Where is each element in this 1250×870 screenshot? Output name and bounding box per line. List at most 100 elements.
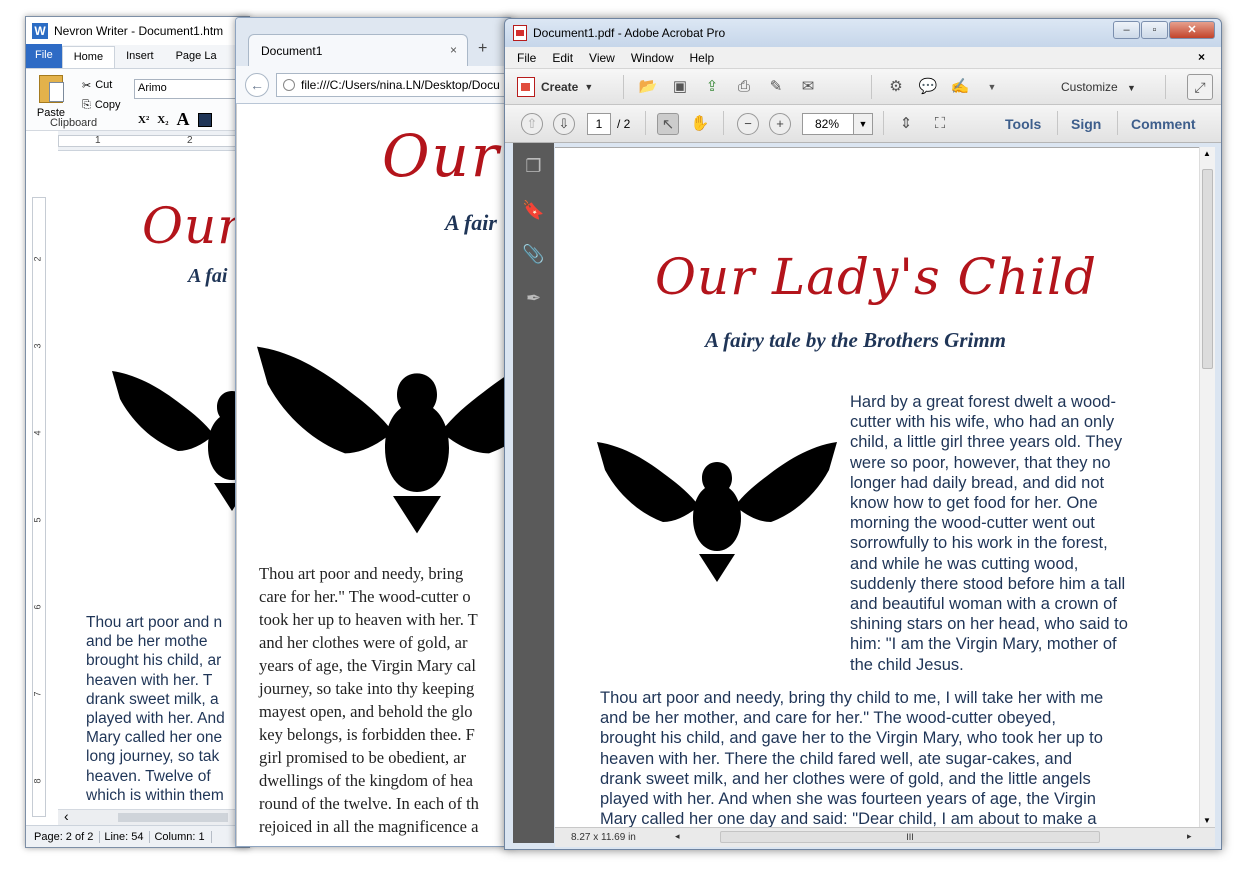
writer-ribbon-tabs: File Home Insert Page La [26,44,249,69]
body-line: and be her mothe [86,633,208,651]
menu-view[interactable]: View [581,51,623,65]
fullscreen-icon[interactable]: ⤢ [1187,74,1213,100]
attachments-icon[interactable]: 📎 [521,241,547,267]
body-line: journey, so take into thy keeping [259,679,475,698]
pdf-paragraph-1: Hard by a great forest dwelt a wood- cut… [850,392,1150,675]
zoom-out-icon[interactable]: − [737,113,759,135]
scroll-thumb[interactable] [1202,169,1213,369]
doc-title: Our Lady's Child [655,248,1098,306]
scroll-right-icon[interactable]: ▸ [1187,831,1192,842]
chevron-down-icon: ▼ [584,82,594,92]
body-line: know how to get food for her. One [850,494,1098,513]
hand-tool-icon[interactable]: ✋ [689,113,711,135]
page-number-input[interactable]: 1 [587,113,611,135]
new-tab-button[interactable]: + [478,40,487,58]
sign-icon[interactable]: ✍ [949,76,971,98]
highlight-color-icon[interactable] [197,112,212,127]
upload-icon[interactable]: ⇪ [701,76,723,98]
scroll-left-icon[interactable]: ◂ [675,831,680,842]
url-text: file:///C:/Users/nina.LN/Desktop/Docu [301,78,500,92]
horizontal-scroll-thumb[interactable]: III [720,831,1100,843]
maximize-button[interactable]: ▫ [1141,21,1168,39]
gear-icon[interactable]: ⚙ [885,76,907,98]
body-line: morning the wood-cutter went out [850,514,1095,533]
fit-width-icon[interactable]: ⇕ [895,113,917,135]
tools-pane-link[interactable]: Tools [1005,116,1041,132]
pages-panel-icon[interactable]: ❐ [521,153,547,179]
tab-file[interactable]: File [26,44,62,68]
scroll-left-icon[interactable]: ‹ [64,808,69,824]
acrobat-titlebar: Document1.pdf - Adobe Acrobat Pro – ▫ ✕ [505,19,1221,47]
tab-insert[interactable]: Insert [115,46,165,68]
tab-page-layout[interactable]: Page La [165,46,228,68]
menu-window[interactable]: Window [623,51,682,65]
body-line: mayest open, and behold the glo [259,702,473,721]
writer-titlebar: W Nevron Writer - Document1.htm [26,17,249,45]
menu-help[interactable]: Help [682,51,723,65]
minimize-button[interactable]: – [1113,21,1140,39]
bookmarks-icon[interactable]: 🔖 [521,197,547,223]
zoom-in-icon[interactable]: + [769,113,791,135]
close-window-button[interactable]: ✕ [1169,21,1215,39]
menu-file[interactable]: File [509,51,544,65]
create-icon [517,77,535,97]
url-input[interactable]: file:///C:/Users/nina.LN/Desktop/Docu [276,73,512,97]
create-button[interactable]: Create ▼ [517,77,593,97]
pdf-vertical-scrollbar[interactable]: ▲ ▼ [1199,147,1215,827]
browser-content[interactable]: Our A fair Thou art poor and needy, brin… [236,104,512,846]
signatures-icon[interactable]: ✒ [521,285,547,311]
body-line: Mary called her one [86,729,223,747]
back-arrow-icon[interactable]: ← [245,73,269,97]
next-page-icon[interactable]: ⇩ [553,113,575,135]
close-tab-icon[interactable]: × [450,43,457,57]
copy-button[interactable]: ⎘ Copy [82,95,121,115]
print-icon[interactable]: ⎙ [733,76,755,98]
body-line: Thou art poor and needy, bring [259,564,464,583]
vertical-ruler: 2 3 4 5 6 7 8 [32,197,46,817]
more-tools-icon[interactable]: ▼ [981,76,1003,98]
doc-title: Our [142,197,243,255]
scroll-thumb[interactable] [118,813,228,822]
zoom-input[interactable]: 82% [802,113,854,135]
zoom-dropdown-icon[interactable]: ▼ [853,113,873,135]
body-line: care for her." The wood-cutter o [259,587,471,606]
menu-edit[interactable]: Edit [544,51,581,65]
subscript-button[interactable]: X₂ [157,114,168,126]
open-icon[interactable]: 📂 [637,76,659,98]
doc-subtitle: A fai [188,265,228,287]
body-line: drank sweet milk, a [86,690,219,708]
writer-title: Nevron Writer - Document1.htm [54,24,224,38]
body-line: played with her. And when she was fourte… [600,790,1096,809]
browser-tab[interactable]: Document1 × [248,34,468,66]
fit-page-icon[interactable]: ⛶ [929,113,951,135]
font-name-input[interactable]: Arimo [134,79,249,99]
doc-title: Our [382,122,501,190]
body-line: dwellings of the kingdom of hea [259,771,474,790]
mail-icon[interactable]: ✉ [797,76,819,98]
comment-icon[interactable]: 💬 [917,76,939,98]
body-line: years of age, the Virgin Mary cal [259,656,476,675]
tab-home[interactable]: Home [61,46,116,68]
cut-button[interactable]: ✂ Cut [82,75,121,95]
scroll-down-icon[interactable]: ▼ [1203,816,1211,825]
pdf-page[interactable]: Our Lady's Child A fairy tale by the Bro… [555,147,1199,827]
superscript-button[interactable]: X² [138,114,149,126]
close-document-icon[interactable]: × [1190,50,1213,64]
body-line: heaven with her. There the child fared w… [600,749,1073,768]
customize-button[interactable]: Customize ▼ [1061,80,1136,94]
vruler-mark: 7 [32,691,43,697]
scroll-up-icon[interactable]: ▲ [1203,149,1211,158]
horizontal-ruler: 1 2 [58,131,249,151]
writer-horizontal-scrollbar[interactable]: ‹ [58,808,249,825]
sign-pane-link[interactable]: Sign [1071,116,1101,132]
prev-page-icon[interactable]: ⇧ [521,113,543,135]
select-tool-icon[interactable]: ↖ [657,113,679,135]
writer-document-page[interactable]: Our A fai Thou art poor and n and be her… [58,185,249,809]
edit-icon[interactable]: ✎ [765,76,787,98]
font-color-button[interactable]: A [177,109,190,130]
save-icon[interactable]: ▣ [669,76,691,98]
comment-pane-link[interactable]: Comment [1131,116,1196,132]
paste-button[interactable]: Paste [34,75,68,119]
eagle-image [597,442,837,582]
copy-label: Copy [94,99,121,111]
